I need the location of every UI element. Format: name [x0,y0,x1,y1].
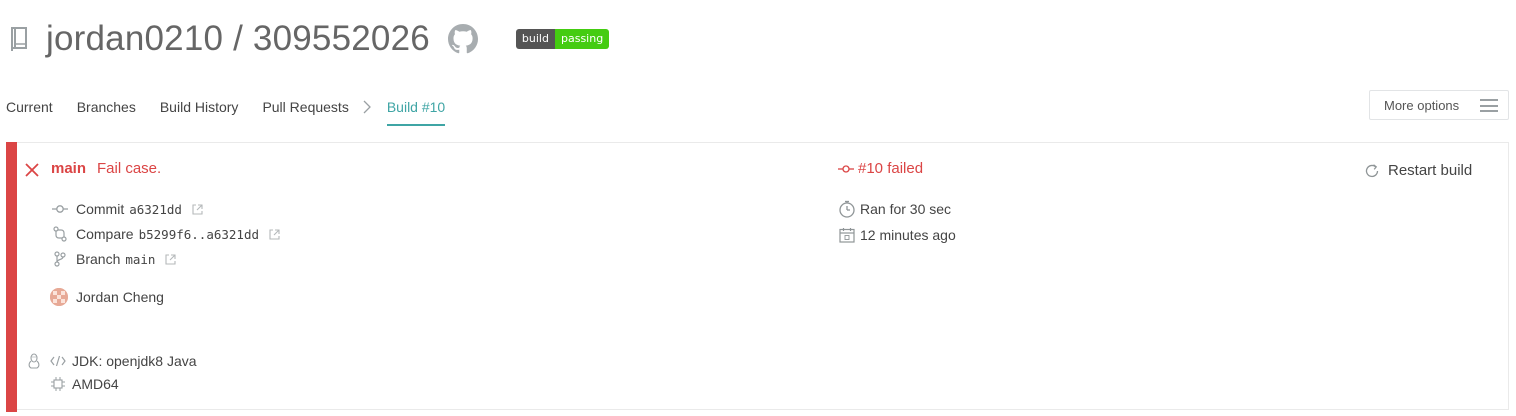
branch-icon [52,251,68,267]
tab-branches[interactable]: Branches [77,96,136,126]
jdk-label: JDK: openjdk8 Java [72,353,197,369]
compare-label: Compare [76,226,134,242]
arch-row: AMD64 [50,376,119,392]
build-summary-card: main Fail case. Commit a6321dd Compare b… [6,142,1509,412]
commit-row[interactable]: Commit a6321dd [52,201,203,217]
author-row: Jordan Cheng [50,288,164,306]
commit-message: Fail case. [97,160,162,177]
restart-icon [1364,163,1380,179]
failed-status-stripe [6,142,17,412]
repo-icon [6,23,32,55]
branch-label: Branch [76,251,121,267]
code-icon [50,353,66,369]
external-link-icon [165,253,177,265]
calendar-icon [838,226,856,244]
badge-value: passing [554,29,610,49]
commit-icon [52,201,68,217]
stopwatch-icon [838,200,856,218]
repo-header: jordan0210 / 309552026 build passing [6,14,610,64]
tab-build-10[interactable]: Build #10 [386,96,446,126]
tab-current[interactable]: Current [6,96,53,126]
compare-icon [52,226,68,242]
cpu-icon [50,376,66,392]
restart-build-button[interactable]: Restart build [1364,162,1472,179]
build-state[interactable]: #10 failed [838,160,923,177]
tab-pull-requests[interactable]: Pull Requests [262,96,348,126]
external-link-icon [192,203,203,215]
repo-title[interactable]: jordan0210 / 309552026 [46,19,430,59]
avatar [50,288,68,306]
compare-row[interactable]: Compare b5299f6..a6321dd [52,226,280,242]
commit-label: Commit [76,201,125,217]
hamburger-icon [1480,99,1498,112]
restart-build-label: Restart build [1388,162,1473,179]
compare-range: b5299f6..a6321dd [138,226,260,242]
chevron-right-icon [363,96,371,118]
branch-row[interactable]: Branch main [52,251,177,267]
finished-row: 12 minutes ago [838,226,956,244]
more-options-label: More options [1384,97,1460,113]
build-branch-name[interactable]: main [51,160,86,177]
badge-label: build [515,29,555,49]
branch-value: main [125,251,156,267]
finished-text: 12 minutes ago [860,227,956,243]
commit-icon [838,163,854,175]
commit-sha: a6321dd [129,201,182,217]
github-icon[interactable] [447,24,478,54]
language-row: JDK: openjdk8 Java [26,353,197,369]
linux-icon [26,353,42,369]
external-link-icon [269,228,280,240]
duration-row: Ran for 30 sec [838,200,951,218]
build-status-text: #10 failed [858,160,924,177]
failed-x-icon [24,162,40,178]
author-name: Jordan Cheng [76,289,164,305]
build-nav: Current Branches Build History Pull Requ… [6,96,469,126]
more-options-button[interactable]: More options [1369,90,1509,120]
arch-label: AMD64 [72,376,119,392]
duration-text: Ran for 30 sec [860,201,952,217]
tab-build-history[interactable]: Build History [160,96,239,126]
build-status-badge[interactable]: build passing [515,29,610,49]
